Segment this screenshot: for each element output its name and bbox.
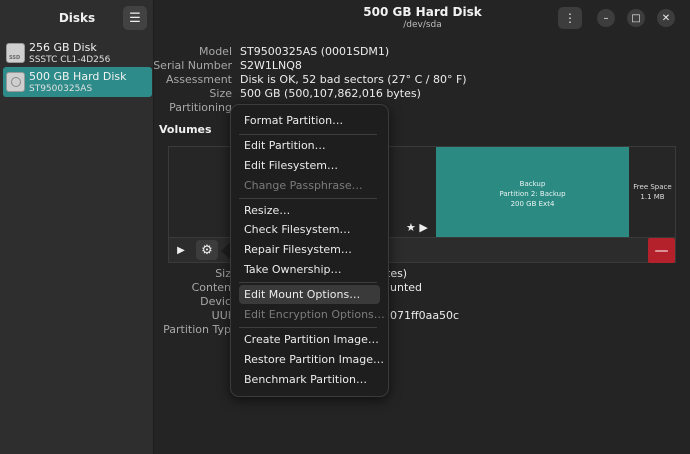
partition-size: 1.1 MB	[640, 193, 665, 201]
partition-marker-icons: ★ ▶	[406, 221, 428, 234]
menu-item-edit-filesystem[interactable]: Edit Filesystem…	[239, 156, 380, 175]
partition-name: Backup	[519, 180, 546, 188]
assessment-label: Assessment	[166, 73, 232, 86]
assessment-value: Disk is OK, 52 bad sectors (27° C / 80° …	[240, 73, 467, 86]
size-value: 500 GB (500,107,862,016 bytes)	[240, 87, 421, 100]
size-detail-value: tes)	[386, 267, 408, 280]
serial-label: Serial Number	[153, 59, 232, 72]
menu-item-check-filesystem[interactable]: Check Filesystem…	[239, 220, 380, 239]
delete-partition-button[interactable]: —	[648, 238, 675, 263]
menu-item-create-partition-image[interactable]: Create Partition Image…	[239, 330, 380, 349]
minus-icon: —	[654, 242, 669, 259]
partition-size: 200 GB Ext4	[510, 200, 555, 208]
mount-button[interactable]: ▶	[170, 240, 192, 260]
menu-item-edit-partition[interactable]: Edit Partition…	[239, 136, 380, 155]
menu-item-repair-filesystem[interactable]: Repair Filesystem…	[239, 240, 380, 259]
menu-item-restore-partition-image[interactable]: Restore Partition Image…	[239, 350, 384, 369]
menu-item-edit-encryption-options[interactable]: Edit Encryption Options…	[239, 305, 385, 324]
contents-detail-label: Conten	[191, 281, 231, 294]
menu-item-benchmark-partition[interactable]: Benchmark Partition…	[239, 370, 380, 389]
partition-name: Free Space	[633, 183, 672, 191]
menu-separator	[239, 327, 377, 328]
menu-item-format-partition[interactable]: Format Partition…	[239, 111, 380, 130]
partition-type-detail-label: Partition Typ	[163, 323, 231, 336]
maximize-icon: □	[631, 12, 641, 24]
menu-item-edit-mount-options[interactable]: Edit Mount Options…	[239, 285, 380, 304]
partitioning-label: Partitioning	[169, 101, 232, 114]
hamburger-icon: ☰	[129, 10, 141, 26]
partition-backup[interactable]: Backup Partition 2: Backup 200 GB Ext4	[436, 147, 629, 237]
device-detail-label: Devic	[200, 295, 231, 308]
vertical-dots-icon: ⋮	[564, 11, 576, 25]
close-icon: ✕	[661, 12, 671, 24]
partition-description: Partition 2: Backup	[499, 190, 566, 198]
menu-item-resize[interactable]: Resize…	[239, 201, 380, 220]
sidebar-header: Disks ☰	[0, 0, 153, 36]
uuid-detail-label: UUI	[211, 309, 231, 322]
menu-separator	[239, 134, 377, 135]
volumes-title: Volumes	[159, 123, 212, 136]
menu-separator	[239, 282, 377, 283]
menu-separator	[239, 198, 377, 199]
size-label: Size	[209, 87, 232, 100]
partition-options-button[interactable]: ⚙	[196, 240, 218, 260]
maximize-button[interactable]: □	[627, 9, 645, 27]
menu-pointer	[221, 243, 230, 259]
minimize-button[interactable]: –	[597, 9, 615, 27]
minimize-icon: –	[603, 12, 609, 24]
uuid-detail-value: 071ff0aa50c	[390, 309, 460, 322]
app-menu-button[interactable]: ☰	[123, 6, 147, 30]
serial-value: S2W1LNQ8	[240, 59, 302, 72]
size-detail-label: Siz	[215, 267, 231, 280]
contents-detail-value: unted	[390, 281, 423, 294]
menu-item-take-ownership[interactable]: Take Ownership…	[239, 260, 380, 279]
disk-menu-button[interactable]: ⋮	[558, 7, 582, 29]
close-button[interactable]: ✕	[657, 9, 675, 27]
gear-icon: ⚙	[201, 242, 213, 258]
partition-free-space[interactable]: Free Space 1.1 MB	[630, 147, 675, 237]
menu-item-change-passphrase[interactable]: Change Passphrase…	[239, 176, 380, 195]
model-label: Model	[198, 45, 232, 58]
play-icon: ▶	[177, 244, 185, 256]
model-value: ST9500325AS (0001SDM1)	[240, 45, 390, 58]
